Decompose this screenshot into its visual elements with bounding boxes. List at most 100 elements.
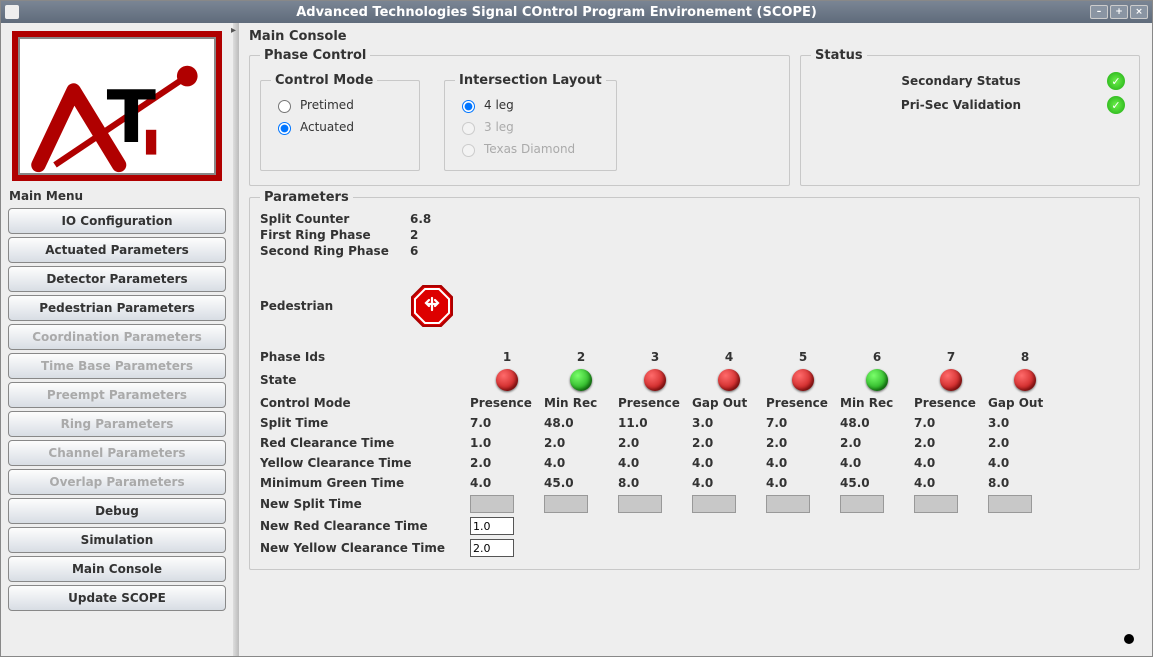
red-light-icon [644, 369, 666, 391]
maximize-button[interactable]: + [1110, 5, 1128, 19]
menu-channel-parameters: Channel Parameters [8, 440, 226, 466]
split-input-cell [988, 495, 1062, 513]
parameters-group: Parameters Split Counter6.8First Ring Ph… [249, 190, 1140, 570]
radio-input [462, 144, 475, 157]
cell-value: 2.0 [988, 436, 1062, 450]
cell-value: 8.0 [988, 476, 1062, 490]
state-cell [618, 369, 692, 391]
cell-value: 45.0 [544, 476, 618, 490]
control-mode-group: Control Mode Pretimed Actuated [260, 73, 420, 171]
menu-pedestrian-parameters[interactable]: Pedestrian Parameters [8, 295, 226, 321]
red-light-icon [792, 369, 814, 391]
cell-value: 2.0 [544, 436, 618, 450]
radio-label: Pretimed [300, 98, 354, 112]
check-icon: ✓ [1107, 96, 1125, 114]
radio-input [462, 122, 475, 135]
status-row: Pri-Sec Validation✓ [811, 93, 1129, 117]
menu-time-base-parameters: Time Base Parameters [8, 353, 226, 379]
cell-value: 7.0 [766, 416, 840, 430]
cell-value: 4.0 [766, 476, 840, 490]
menu-actuated-parameters[interactable]: Actuated Parameters [8, 237, 226, 263]
phase-id-cell: 3 [618, 350, 692, 364]
radio-pretimed[interactable]: Pretimed [271, 94, 409, 116]
new-split-time-input[interactable] [618, 495, 662, 513]
cell-value: 48.0 [544, 416, 618, 430]
main-menu-title: Main Menu [5, 187, 229, 205]
menu-debug[interactable]: Debug [8, 498, 226, 524]
menu-main-console[interactable]: Main Console [8, 556, 226, 582]
new-split-time-input[interactable] [470, 495, 514, 513]
param-row: Split Counter6.8 [260, 211, 1129, 227]
new-split-time-input[interactable] [914, 495, 958, 513]
app-icon [5, 5, 19, 19]
radio-actuated[interactable]: Actuated [271, 116, 409, 138]
radio-input[interactable] [462, 100, 475, 113]
cell-value: 45.0 [840, 476, 914, 490]
param-label: Split Counter [260, 212, 410, 226]
green-light-icon [570, 369, 592, 391]
row-label: Minimum Green Time [260, 476, 470, 490]
status-label: Secondary Status [815, 74, 1107, 88]
intersection-layout-legend: Intersection Layout [455, 73, 606, 88]
param-value: 6.8 [410, 212, 431, 226]
radio-input[interactable] [278, 100, 291, 113]
cell-value: 2.0 [692, 436, 766, 450]
radio-3-leg: 3 leg [455, 116, 606, 138]
red-light-icon [1014, 369, 1036, 391]
state-cell [914, 369, 988, 391]
cell-value: 4.0 [840, 456, 914, 470]
app-window: Advanced Technologies Signal COntrol Pro… [0, 0, 1153, 657]
cell-value: 7.0 [914, 416, 988, 430]
cell-value: Presence [914, 396, 988, 410]
radio-label: Actuated [300, 120, 354, 134]
radio-input[interactable] [278, 122, 291, 135]
new-split-time-input[interactable] [766, 495, 810, 513]
table-row: Red Clearance Time1.02.02.02.02.02.02.02… [260, 433, 1129, 453]
menu-simulation[interactable]: Simulation [8, 527, 226, 553]
state-cell [840, 369, 914, 391]
radio-texas-diamond: Texas Diamond [455, 138, 606, 160]
new-red-clearance-input[interactable] [470, 517, 514, 535]
status-label: Pri-Sec Validation [815, 98, 1107, 112]
status-group: Status Secondary Status✓Pri-Sec Validati… [800, 48, 1140, 186]
new-split-time-input[interactable] [692, 495, 736, 513]
cell-value: Presence [618, 396, 692, 410]
state-label: State [260, 373, 470, 387]
phase-id-cell: 5 [766, 350, 840, 364]
cell-value: 4.0 [470, 476, 544, 490]
menu-preempt-parameters: Preempt Parameters [8, 382, 226, 408]
phase-ids-label: Phase Ids [260, 350, 470, 364]
main-panel: Main Console Phase Control Control Mode … [239, 23, 1152, 656]
close-button[interactable]: × [1130, 5, 1148, 19]
cell-value: Min Rec [544, 396, 618, 410]
green-light-icon [866, 369, 888, 391]
check-icon: ✓ [1107, 72, 1125, 90]
table-row: Split Time7.048.011.03.07.048.07.03.0 [260, 413, 1129, 433]
radio-4-leg[interactable]: 4 leg [455, 94, 606, 116]
cell-value: 7.0 [470, 416, 544, 430]
control-mode-legend: Control Mode [271, 73, 377, 88]
menu-update-scope[interactable]: Update SCOPE [8, 585, 226, 611]
minimize-button[interactable]: – [1090, 5, 1108, 19]
status-row: Secondary Status✓ [811, 69, 1129, 93]
new-yellow-clearance-input[interactable] [470, 539, 514, 557]
main-console-title: Main Console [249, 27, 1140, 48]
cell-value: 4.0 [692, 456, 766, 470]
param-label: First Ring Phase [260, 228, 410, 242]
cell-value: 48.0 [840, 416, 914, 430]
row-label: Split Time [260, 416, 470, 430]
new-split-time-input[interactable] [840, 495, 884, 513]
phase-table: Phase Ids 12345678 State Control ModePre… [260, 347, 1129, 559]
phase-control-group: Phase Control Control Mode PretimedActua… [249, 48, 790, 186]
new-split-time-input[interactable] [544, 495, 588, 513]
new-split-time-input[interactable] [988, 495, 1032, 513]
state-cell [544, 369, 618, 391]
table-row: Minimum Green Time4.045.08.04.04.045.04.… [260, 473, 1129, 493]
cell-value: Gap Out [692, 396, 766, 410]
param-value: 2 [410, 228, 418, 242]
menu-detector-parameters[interactable]: Detector Parameters [8, 266, 226, 292]
radio-label: 3 leg [484, 120, 514, 134]
table-row: Control ModePresenceMin RecPresenceGap O… [260, 393, 1129, 413]
state-cell [988, 369, 1062, 391]
menu-io-configuration[interactable]: IO Configuration [8, 208, 226, 234]
